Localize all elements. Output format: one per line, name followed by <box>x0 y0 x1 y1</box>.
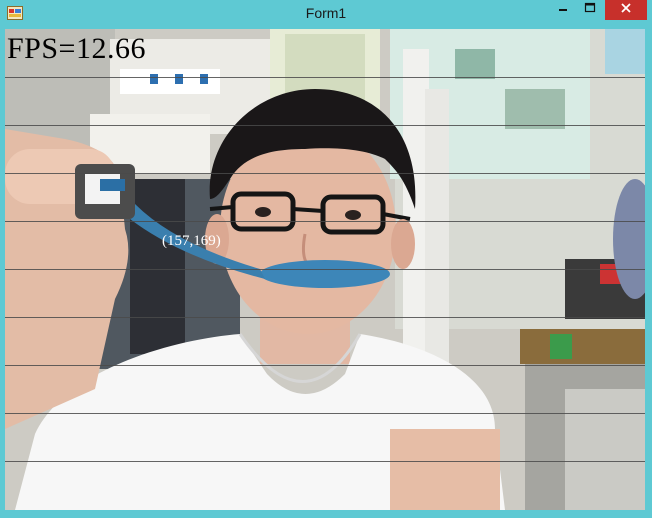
scan-line <box>5 413 645 414</box>
minimize-button[interactable] <box>550 0 576 20</box>
scan-line <box>5 125 645 126</box>
scan-line <box>5 461 645 462</box>
scan-line <box>5 221 645 222</box>
app-window: Form1 FPS=12.66 (157,169) <box>0 0 652 518</box>
scan-line <box>5 173 645 174</box>
fps-counter: FPS=12.66 <box>7 32 146 65</box>
minimize-icon <box>557 1 569 19</box>
scan-line <box>5 317 645 318</box>
scan-line <box>5 269 645 270</box>
scan-line <box>5 77 645 78</box>
scan-line <box>5 365 645 366</box>
maximize-icon <box>584 1 596 19</box>
close-button[interactable] <box>605 0 647 20</box>
maximize-button[interactable] <box>577 0 603 20</box>
tracked-point-label: (157,169) <box>162 233 221 249</box>
close-icon <box>620 1 632 19</box>
title-bar[interactable]: Form1 <box>0 0 652 28</box>
camera-viewport[interactable]: FPS=12.66 (157,169) <box>5 29 645 510</box>
